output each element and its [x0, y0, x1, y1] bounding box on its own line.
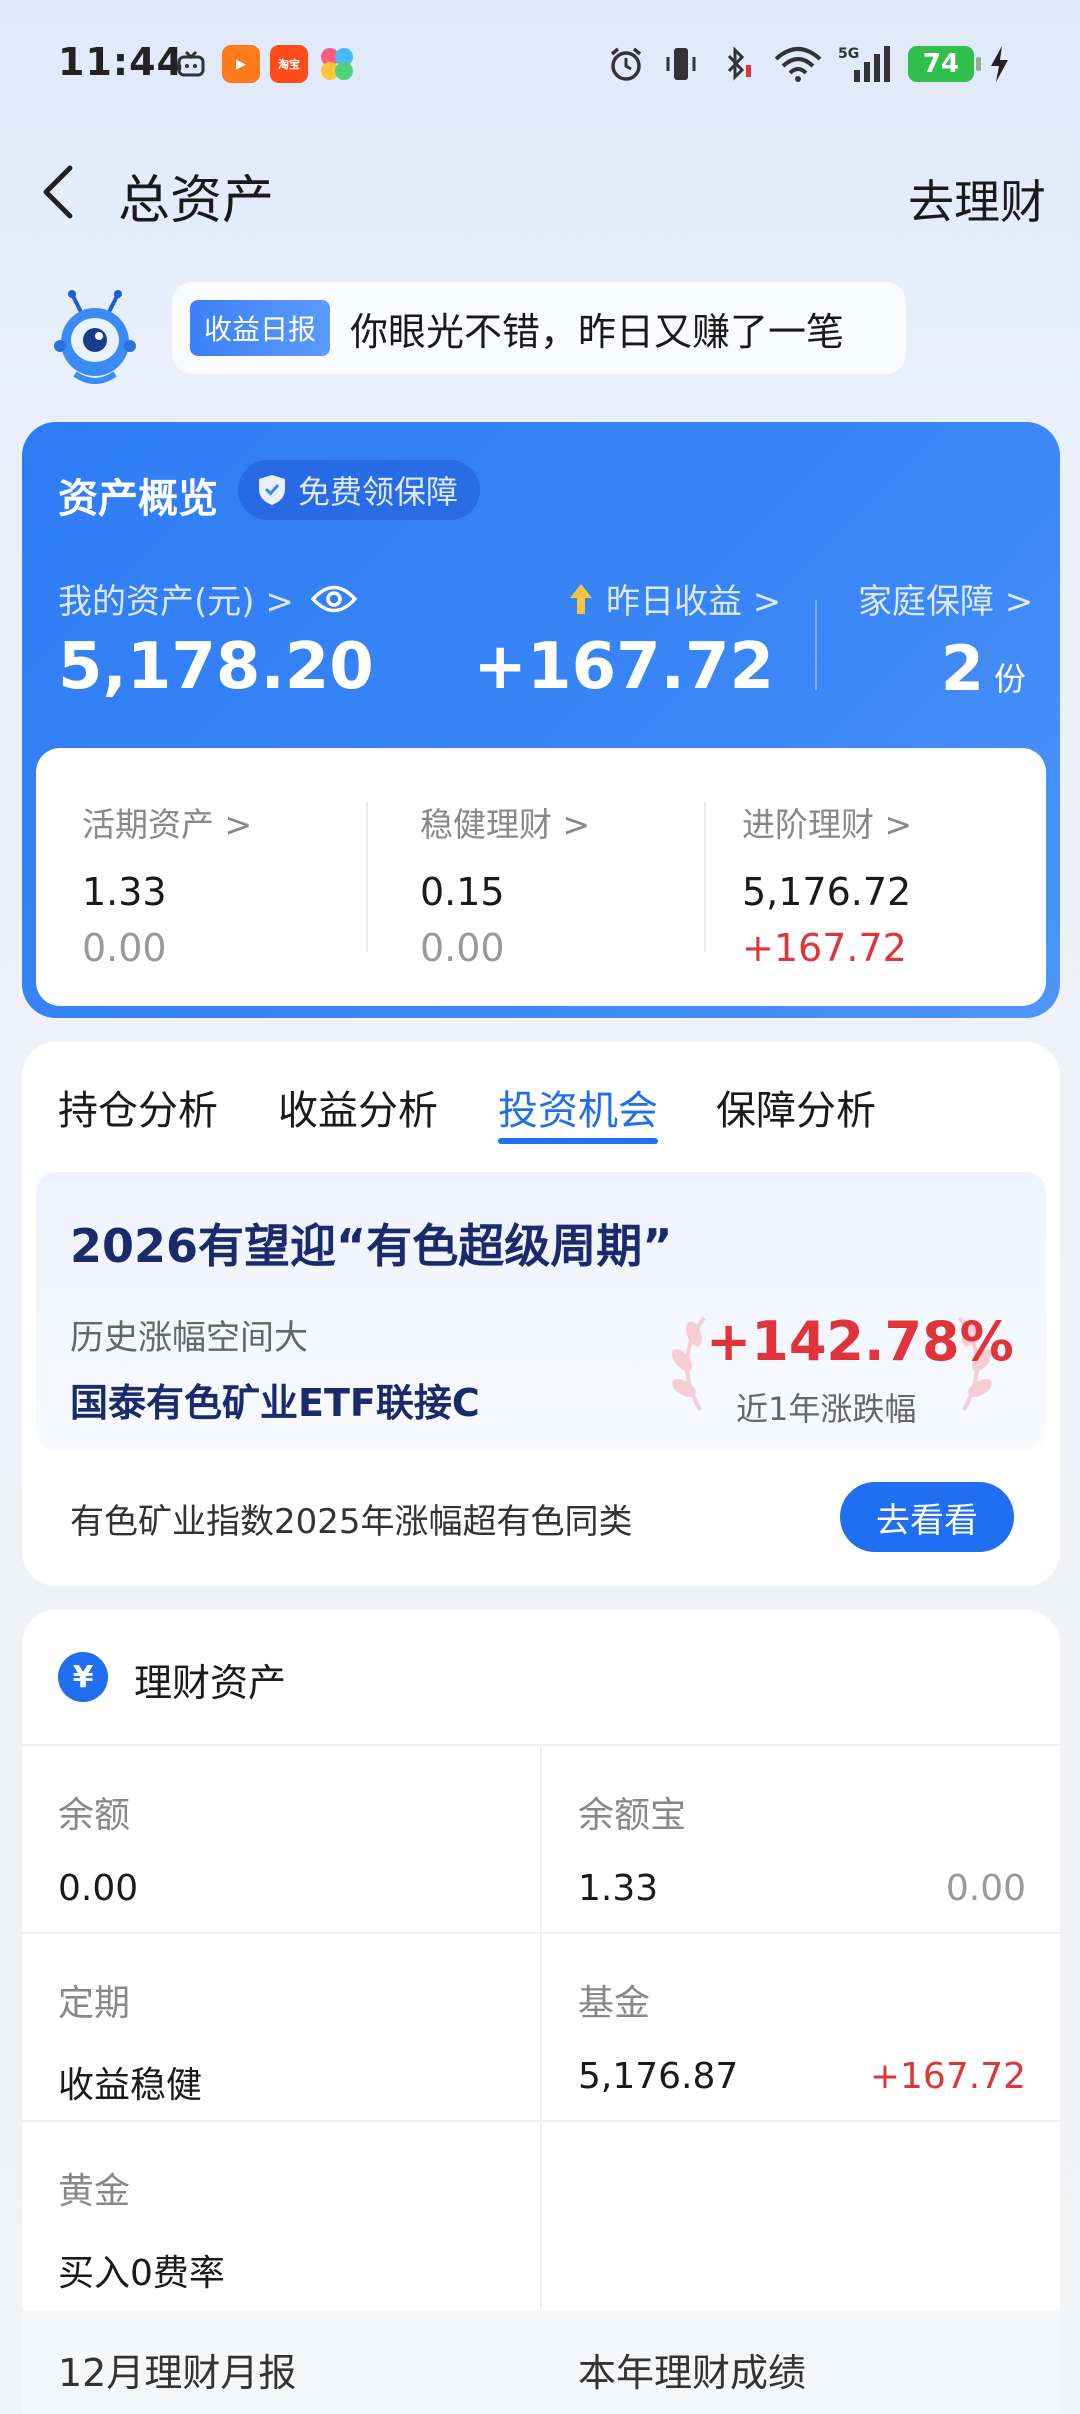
family-protection-value: 2份	[940, 632, 1026, 705]
tab-holdings-analysis[interactable]: 持仓分析	[58, 1078, 218, 1136]
current-assets-label: 活期资产 >	[82, 805, 253, 844]
fixed-term-cell[interactable]: 定期 收益稳健	[58, 1974, 518, 2106]
yuebao-income: 0.00	[945, 1868, 1026, 1909]
divider	[704, 802, 706, 952]
yuebao-cell[interactable]: 余额宝 1.33 0.00	[578, 1786, 1026, 1909]
yesterday-income-value: +167.72	[473, 630, 774, 704]
divider	[366, 802, 368, 952]
free-protection-badge[interactable]: 免费领保障	[238, 460, 481, 520]
signal-icon: 5G	[838, 44, 892, 84]
yuebao-value: 1.33	[578, 1868, 659, 1909]
advanced-wealth-value: 5,176.72	[742, 870, 912, 914]
status-bar: 11:44 ▶ 淘宝 5G 74	[0, 0, 1080, 130]
balance-cell[interactable]: 余额 0.00	[58, 1786, 518, 1909]
monthly-report-link[interactable]: 12月理财月报	[58, 2342, 296, 2397]
my-asset-value: 5,178.20	[58, 630, 374, 704]
fixed-term-value: 收益稳健	[58, 2065, 203, 2106]
stable-wealth-value: 0.15	[420, 870, 505, 914]
active-tab-indicator	[498, 1138, 658, 1144]
bluetooth-icon	[720, 44, 754, 84]
stable-wealth-income: 0.00	[420, 926, 505, 970]
promo-percent: +142.78%	[706, 1310, 1014, 1373]
fund-value: 5,176.87	[578, 2056, 739, 2097]
balance-label: 余额	[58, 1795, 131, 1836]
current-assets-value: 1.33	[82, 870, 167, 914]
wifi-icon	[772, 44, 824, 84]
free-protection-label: 免费领保障	[298, 473, 459, 511]
promo-percent-label: 近1年涨跌幅	[736, 1390, 917, 1428]
divider	[540, 1746, 542, 2310]
svg-text:5G: 5G	[838, 46, 859, 62]
gold-cell[interactable]: 黄金 买入0费率	[58, 2162, 518, 2294]
asset-overview-title: 资产概览	[58, 476, 218, 522]
yesterday-income-label: 昨日收益 >	[606, 582, 782, 622]
yen-icon: ¥	[58, 1652, 108, 1702]
stable-wealth-item[interactable]: 稳健理财 > 0.15 0.00	[420, 798, 720, 970]
family-protection-link[interactable]: 家庭保障 >	[858, 574, 1033, 623]
fund-income: +167.72	[869, 2056, 1026, 2097]
promo-title: 2026有望迎“有色超级周期”	[70, 1219, 673, 1273]
fixed-term-label: 定期	[58, 1983, 131, 2024]
balance-value: 0.00	[58, 1868, 139, 1909]
daily-report-banner[interactable]: 收益日报 你眼光不错，昨日又赚了一笔	[172, 282, 906, 374]
promo-subtitle: 历史涨幅空间大	[70, 1318, 308, 1358]
tab-protection-analysis[interactable]: 保障分析	[716, 1078, 876, 1136]
video-app-icon: ▶	[222, 44, 260, 84]
tab-investment-opportunity[interactable]: 投资机会	[498, 1078, 658, 1136]
current-assets-item[interactable]: 活期资产 > 1.33 0.00	[82, 798, 382, 970]
go-wealth-button[interactable]: 去理财	[908, 166, 1046, 232]
gold-label: 黄金	[58, 2171, 131, 2212]
divider	[815, 600, 817, 690]
promo-fund-name: 国泰有色矿业ETF联接C	[70, 1381, 480, 1425]
fund-cell[interactable]: 基金 5,176.87 +167.72	[578, 1974, 1026, 2097]
promo-note: 有色矿业指数2025年涨幅超有色同类	[70, 1502, 633, 1542]
yesterday-income-link[interactable]: 昨日收益 >	[566, 574, 781, 623]
alarm-icon	[606, 44, 646, 84]
advanced-wealth-label: 进阶理财 >	[742, 805, 913, 844]
gold-value: 买入0费率	[58, 2253, 225, 2294]
tv-icon	[176, 44, 206, 84]
back-icon[interactable]	[38, 162, 78, 222]
current-assets-income: 0.00	[82, 926, 167, 970]
fund-label: 基金	[578, 1983, 651, 2024]
pinwheel-app-icon	[318, 44, 356, 84]
battery-indicator: 74	[908, 46, 981, 82]
yuebao-label: 余额宝	[578, 1795, 687, 1836]
yearly-performance-link[interactable]: 本年理财成绩	[578, 2342, 806, 2397]
page-title: 总资产	[118, 171, 275, 231]
taobao-app-icon: 淘宝	[270, 44, 308, 84]
stable-wealth-label: 稳健理财 >	[420, 805, 591, 844]
charging-icon	[986, 44, 1012, 84]
daily-report-text: 你眼光不错，昨日又赚了一笔	[350, 309, 845, 354]
my-asset-link[interactable]: 我的资产(元) >	[58, 574, 358, 623]
wealth-assets-title: 理财资产	[134, 1661, 287, 1705]
family-protection-unit: 份	[993, 660, 1026, 698]
vibrate-icon	[664, 44, 698, 84]
tab-income-analysis[interactable]: 收益分析	[278, 1078, 438, 1136]
my-asset-label: 我的资产(元) >	[58, 582, 294, 622]
eye-icon[interactable]	[310, 582, 358, 616]
go-see-button[interactable]: 去看看	[840, 1482, 1014, 1552]
daily-report-tag: 收益日报	[190, 300, 331, 356]
status-time: 11:44	[58, 40, 184, 84]
shield-icon	[259, 475, 285, 505]
coin-up-icon	[570, 583, 592, 614]
advanced-wealth-income: +167.72	[742, 926, 907, 970]
mascot-icon[interactable]	[50, 290, 140, 390]
advanced-wealth-item[interactable]: 进阶理财 > 5,176.72 +167.72	[742, 798, 1042, 970]
